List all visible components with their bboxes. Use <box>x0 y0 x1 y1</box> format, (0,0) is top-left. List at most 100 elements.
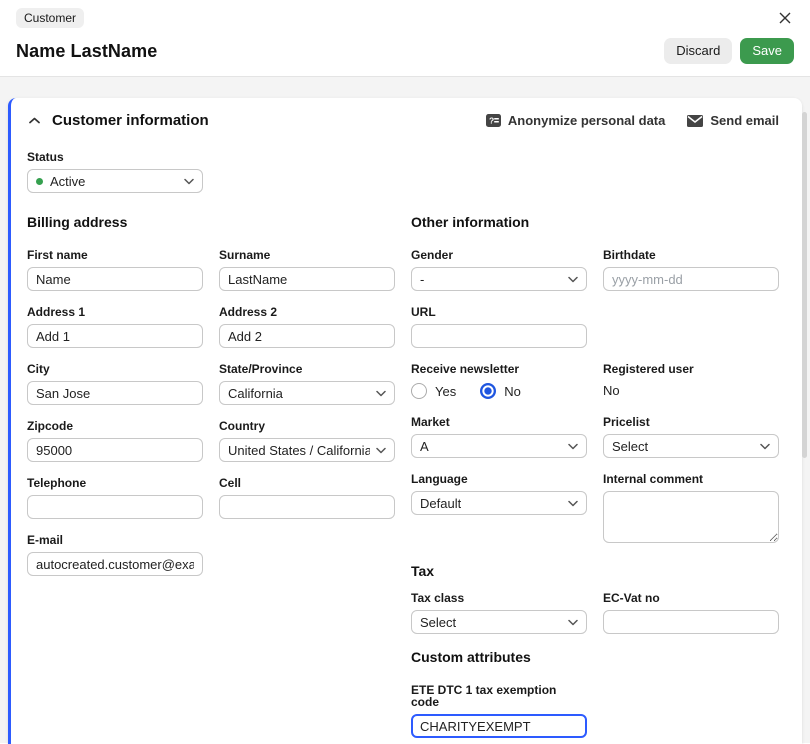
pricelist-select[interactable]: Select <box>603 434 779 458</box>
language-value: Default <box>420 496 461 511</box>
custom-attributes-heading: Custom attributes <box>411 649 779 665</box>
top-bar: Customer <box>0 0 810 28</box>
ete-dtc-input[interactable] <box>411 714 587 738</box>
first-name-field: First name <box>27 249 203 291</box>
section-title: Customer information <box>52 112 209 129</box>
close-icon <box>778 11 792 25</box>
address1-field: Address 1 <box>27 306 203 348</box>
other-information-heading: Other information <box>411 214 779 230</box>
tax-class-label: Tax class <box>411 592 587 604</box>
state-select[interactable]: California <box>219 381 395 405</box>
tax-class-field: Tax class Select <box>411 592 587 634</box>
customer-information-card: Customer information ? Anonymize persona… <box>8 98 802 744</box>
url-input[interactable] <box>411 324 587 348</box>
gender-select[interactable]: - <box>411 267 587 291</box>
market-select[interactable]: A <box>411 434 587 458</box>
chevron-down-icon <box>568 276 578 283</box>
zipcode-label: Zipcode <box>27 420 203 432</box>
birthdate-label: Birthdate <box>603 249 779 261</box>
newsletter-field: Receive newsletter Yes No <box>411 363 587 401</box>
scrollbar-thumb[interactable] <box>802 112 807 458</box>
tax-heading: Tax <box>411 563 779 579</box>
gender-label: Gender <box>411 249 587 261</box>
chevron-down-icon <box>376 390 386 397</box>
close-button[interactable] <box>776 9 794 27</box>
state-field: State/Province California <box>219 363 395 405</box>
registered-user-label: Registered user <box>603 363 779 375</box>
chevron-down-icon <box>568 443 578 450</box>
ete-dtc-label: ETE DTC 1 tax exemption code <box>411 684 587 708</box>
address2-input[interactable] <box>219 324 395 348</box>
tax-class-select[interactable]: Select <box>411 610 587 634</box>
country-field: Country United States / California <box>219 420 395 462</box>
card-header: Customer information ? Anonymize persona… <box>27 112 779 129</box>
save-button[interactable]: Save <box>740 38 794 64</box>
market-field: Market A <box>411 416 587 458</box>
state-label: State/Province <box>219 363 395 375</box>
city-input[interactable] <box>27 381 203 405</box>
zipcode-field: Zipcode <box>27 420 203 462</box>
surname-field: Surname <box>219 249 395 291</box>
address1-input[interactable] <box>27 324 203 348</box>
gender-value: - <box>420 272 424 287</box>
send-email-label: Send email <box>710 113 779 128</box>
main-area: Customer information ? Anonymize persona… <box>0 77 810 743</box>
billing-address-column: Billing address First name Surname Addre… <box>27 214 395 738</box>
url-label: URL <box>411 306 587 318</box>
zipcode-input[interactable] <box>27 438 203 462</box>
telephone-input[interactable] <box>27 495 203 519</box>
radio-on-icon <box>480 383 496 399</box>
registered-user-value: No <box>603 381 779 401</box>
cell-input[interactable] <box>219 495 395 519</box>
surname-label: Surname <box>219 249 395 261</box>
other-information-column: Other information Gender - Birthdate <box>411 214 779 738</box>
market-value: A <box>420 439 429 454</box>
chevron-down-icon <box>568 500 578 507</box>
address2-field: Address 2 <box>219 306 395 348</box>
pricelist-label: Pricelist <box>603 416 779 428</box>
discard-button[interactable]: Discard <box>664 38 732 64</box>
state-value: California <box>228 386 283 401</box>
first-name-label: First name <box>27 249 203 261</box>
send-email-button[interactable]: Send email <box>687 113 779 128</box>
pricelist-field: Pricelist Select <box>603 416 779 458</box>
cell-label: Cell <box>219 477 395 489</box>
newsletter-no-label: No <box>504 384 521 399</box>
page-title: Name LastName <box>16 41 157 62</box>
chevron-down-icon <box>376 447 386 454</box>
country-select[interactable]: United States / California <box>219 438 395 462</box>
status-active-dot <box>36 178 43 185</box>
telephone-label: Telephone <box>27 477 203 489</box>
url-field: URL <box>411 306 587 348</box>
billing-address-heading: Billing address <box>27 214 395 230</box>
newsletter-no-radio[interactable]: No <box>480 383 521 399</box>
status-select[interactable]: Active <box>27 169 203 193</box>
ec-vat-field: EC-Vat no <box>603 592 779 634</box>
envelope-icon <box>687 115 703 127</box>
internal-comment-field: Internal comment <box>603 473 779 548</box>
internal-comment-textarea[interactable] <box>603 491 779 543</box>
birthdate-field: Birthdate <box>603 249 779 291</box>
newsletter-yes-radio[interactable]: Yes <box>411 383 456 399</box>
email-input[interactable] <box>27 552 203 576</box>
ec-vat-label: EC-Vat no <box>603 592 779 604</box>
address1-label: Address 1 <box>27 306 203 318</box>
first-name-input[interactable] <box>27 267 203 291</box>
birthdate-input[interactable] <box>603 267 779 291</box>
anonymize-personal-data-button[interactable]: ? Anonymize personal data <box>486 113 665 128</box>
newsletter-label: Receive newsletter <box>411 363 587 375</box>
surname-input[interactable] <box>219 267 395 291</box>
breadcrumb: Customer <box>16 8 84 28</box>
country-value: United States / California <box>228 443 370 458</box>
city-label: City <box>27 363 203 375</box>
email-label: E-mail <box>27 534 203 546</box>
chevron-up-icon <box>29 117 40 124</box>
ec-vat-input[interactable] <box>603 610 779 634</box>
cell-field: Cell <box>219 477 395 519</box>
svg-text:?: ? <box>489 116 494 126</box>
status-field: Status Active <box>27 151 779 193</box>
language-select[interactable]: Default <box>411 491 587 515</box>
internal-comment-label: Internal comment <box>603 473 779 485</box>
email-field: E-mail <box>27 534 203 576</box>
collapse-section-button[interactable] <box>27 115 42 126</box>
